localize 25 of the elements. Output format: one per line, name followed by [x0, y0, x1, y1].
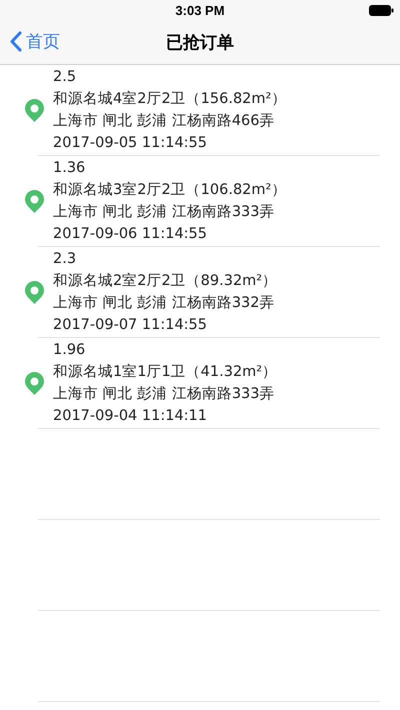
- order-time: 2017-09-04 11:14:11: [53, 407, 208, 426]
- location-pin-icon: [24, 280, 45, 305]
- order-price: 2.5: [53, 68, 78, 87]
- order-name: 和源名城3室2厅2卫（106.82m²）: [53, 180, 286, 200]
- page-title: 已抢订单: [166, 32, 234, 54]
- chevron-left-icon: [10, 31, 22, 52]
- order-name: 和源名城1室1厅1卫（41.32m²）: [53, 362, 278, 382]
- order-address: 上海市 闸北 彭浦 江杨南路333弄: [53, 202, 276, 222]
- order-address: 上海市 闸北 彭浦 江杨南路466弄: [53, 112, 276, 131]
- back-button[interactable]: 首页: [10, 30, 60, 53]
- order-price: 1.36: [53, 159, 86, 178]
- order-time: 2017-09-05 11:14:55: [53, 134, 208, 153]
- order-time: 2017-09-06 11:14:55: [53, 225, 208, 244]
- status-time: 3:03 PM: [175, 2, 225, 18]
- location-pin-icon: [24, 189, 45, 214]
- order-name: 和源名城4室2厅2卫（156.82m²）: [53, 90, 286, 109]
- order-name: 和源名城2室2厅2卫（89.32m²）: [53, 272, 278, 291]
- order-time: 2017-09-07 11:14:55: [53, 316, 208, 335]
- order-address: 上海市 闸北 彭浦 江杨南路332弄: [53, 294, 276, 313]
- location-pin-icon: [24, 371, 45, 396]
- order-price: 1.96: [53, 341, 86, 360]
- order-price: 2.3: [53, 250, 78, 269]
- location-pin-icon: [24, 98, 45, 123]
- battery-icon: [369, 5, 394, 16]
- order-address: 上海市 闸北 彭浦 江杨南路333弄: [53, 384, 276, 404]
